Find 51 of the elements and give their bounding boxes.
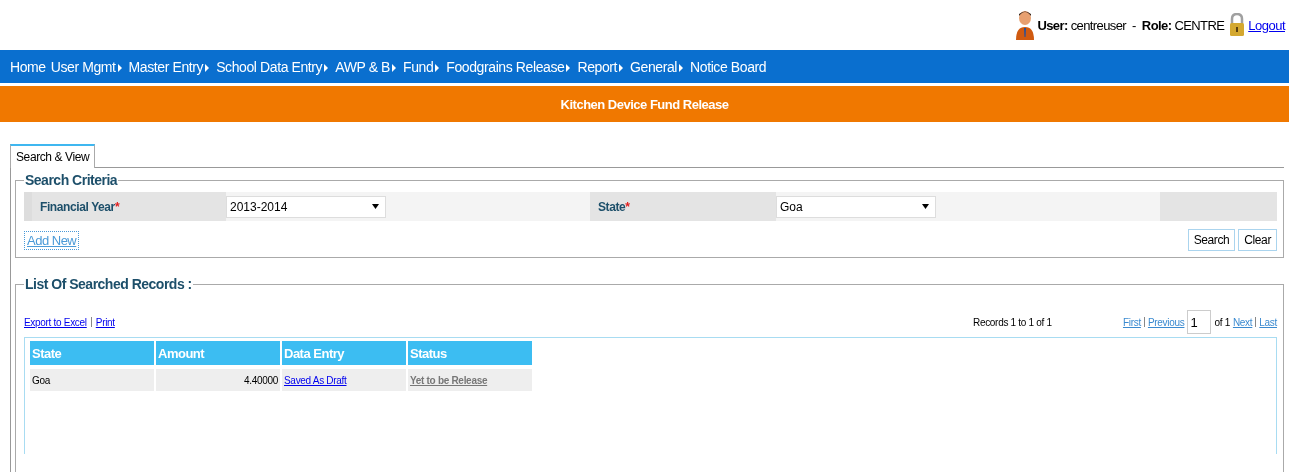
- action-button[interactable]: Clear: [1238, 229, 1277, 251]
- previous-page-link[interactable]: Previous: [1147, 316, 1185, 328]
- next-page-link[interactable]: Next: [1232, 316, 1253, 328]
- submenu-arrow-icon: [435, 63, 440, 72]
- column-header: Status: [408, 341, 532, 365]
- submenu-arrow-icon: [117, 63, 122, 72]
- user-avatar-icon: [1016, 10, 1035, 40]
- submenu-arrow-icon: [392, 63, 396, 72]
- last-page-link[interactable]: Last: [1259, 316, 1277, 328]
- page-count: of 1: [1214, 316, 1230, 328]
- column-header: Data Entry: [282, 341, 406, 365]
- logout-link[interactable]: Logout: [1248, 17, 1285, 33]
- menu-item[interactable]: AWP & B: [335, 58, 398, 75]
- export-excel-link[interactable]: Export to Excel: [24, 316, 87, 328]
- page-number-field[interactable]: 1: [1187, 310, 1212, 334]
- submenu-arrow-icon: [205, 63, 210, 72]
- required-asterisk: *: [625, 199, 630, 214]
- menu-item[interactable]: Fund: [403, 58, 442, 75]
- column-header: State: [30, 341, 154, 365]
- menu-item[interactable]: Report: [577, 58, 626, 75]
- row-cell-background: [24, 192, 32, 221]
- panel-legend: List Of Searched Records :: [24, 276, 193, 292]
- required-asterisk: *: [114, 199, 120, 214]
- menu-item[interactable]: General: [630, 58, 686, 75]
- records-summary: Records 1 to 1 of 1: [972, 316, 1053, 328]
- action-button[interactable]: Search: [1187, 229, 1236, 251]
- menu-item[interactable]: School Data Entry: [216, 58, 331, 75]
- submenu-arrow-icon: [566, 63, 571, 72]
- print-link[interactable]: Print: [95, 316, 115, 328]
- dropdown[interactable]: Goa: [776, 195, 936, 218]
- menu-item[interactable]: Home: [10, 58, 46, 75]
- tab[interactable]: Search & View: [10, 144, 96, 168]
- column-header: Amount: [156, 341, 280, 365]
- submenu-arrow-icon: [324, 63, 329, 72]
- dropdown[interactable]: 2013-2014: [226, 195, 386, 218]
- menu-item[interactable]: Notice Board: [690, 58, 767, 75]
- padlock-icon: [1229, 13, 1246, 37]
- panel-legend: Search Criteria: [24, 172, 119, 188]
- first-page-link[interactable]: First: [1122, 316, 1141, 328]
- menu-item[interactable]: Foodgrains Release: [446, 58, 573, 75]
- menu-item[interactable]: User Mgmt: [50, 58, 124, 75]
- add-new-link[interactable]: Add New: [24, 230, 80, 250]
- submenu-arrow-icon: [619, 63, 624, 72]
- menu-item[interactable]: Master Entry: [128, 58, 212, 75]
- submenu-arrow-icon: [679, 63, 684, 72]
- user-info: User: centreuser - Role: CENTRE: [1037, 17, 1225, 33]
- dropdown-caret-icon: [922, 204, 929, 209]
- field-label: Financial Year*: [32, 192, 226, 221]
- page-title: Kitchen Device Fund Release: [560, 96, 729, 112]
- field-label: State*: [590, 192, 776, 221]
- dropdown-caret-icon: [372, 204, 379, 209]
